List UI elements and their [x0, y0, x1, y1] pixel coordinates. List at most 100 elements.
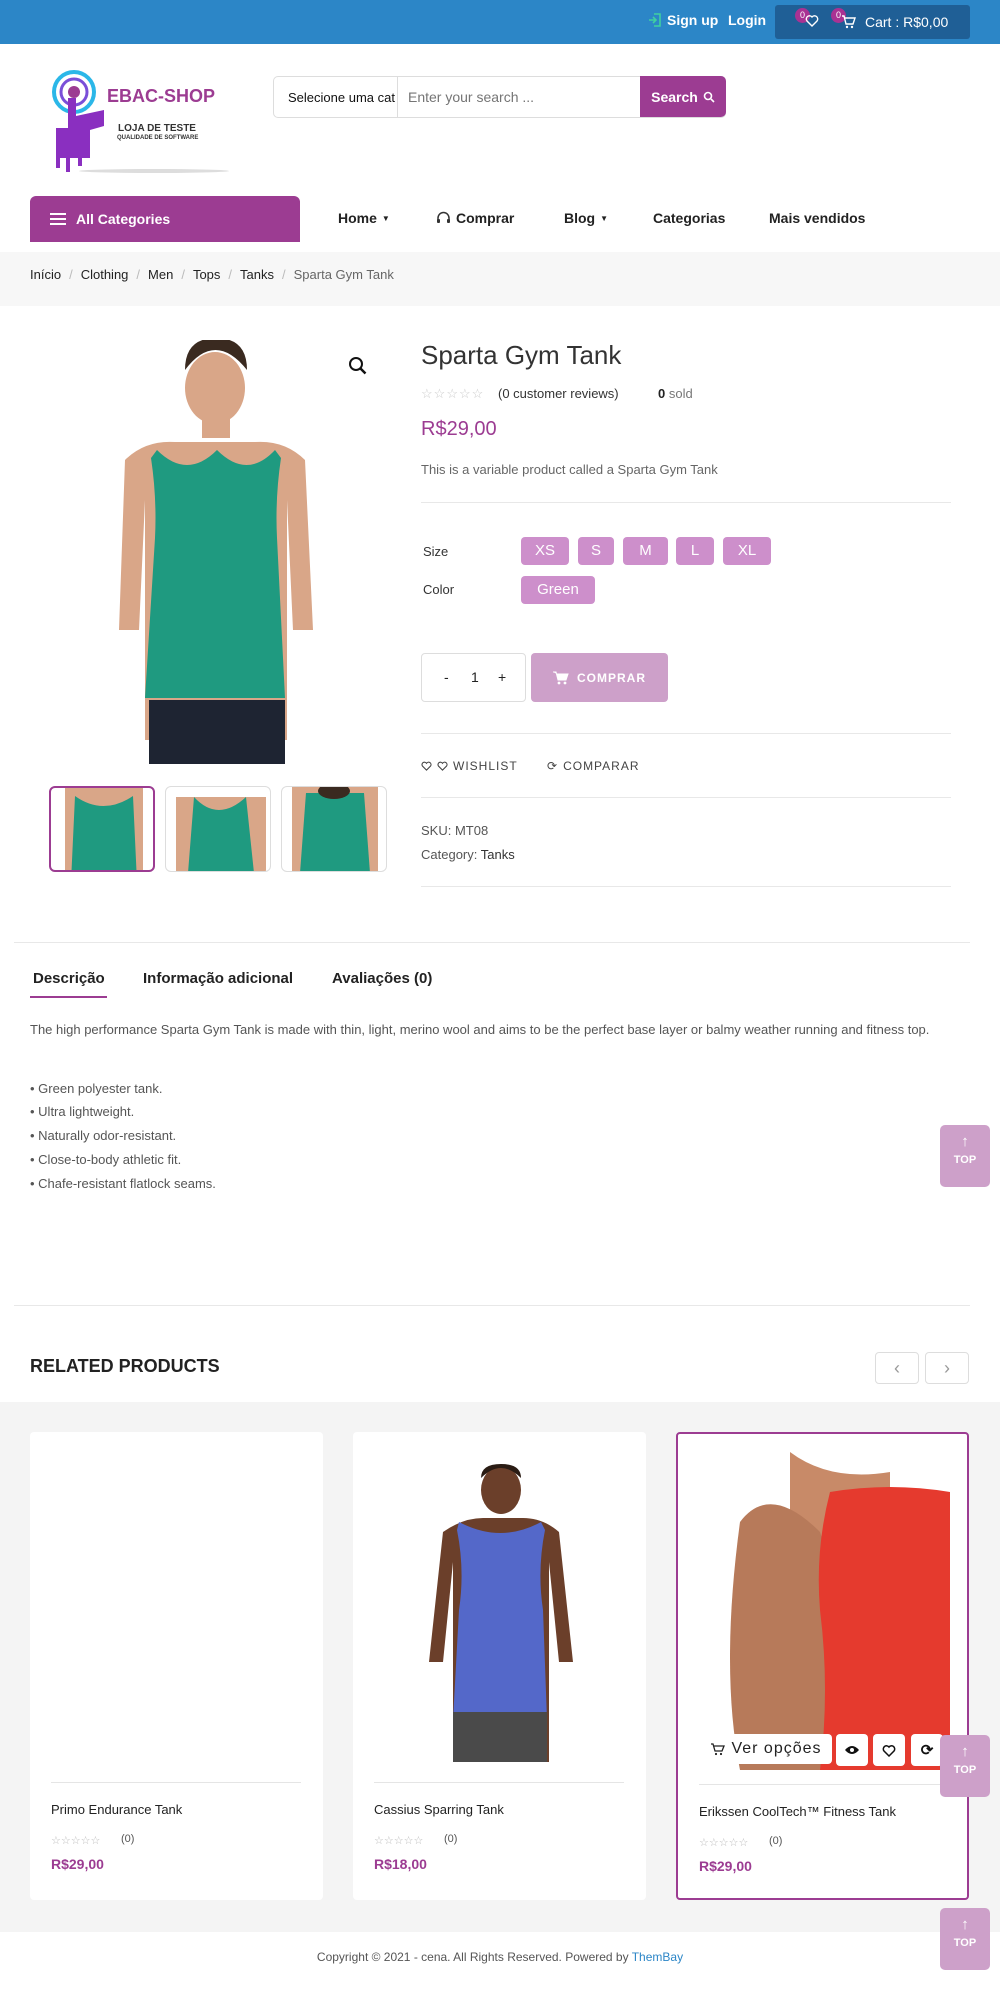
tab-informacao-adicional[interactable]: Informação adicional	[143, 970, 293, 987]
wishlist-link[interactable]: WISHLIST	[421, 759, 518, 773]
product-rating-stars: ☆ ☆ ☆ ☆ ☆	[421, 386, 483, 402]
review-count[interactable]: (0 customer reviews)	[498, 386, 619, 401]
crumb-sep: /	[282, 267, 286, 282]
category-row: Category: Tanks	[421, 847, 515, 862]
top-label: TOP	[953, 1154, 977, 1166]
divider	[14, 942, 970, 943]
size-s-swatch[interactable]: S	[578, 537, 614, 565]
nav-categorias[interactable]: Categorias	[653, 210, 725, 226]
product-thumb-3[interactable]	[281, 786, 387, 872]
buy-button[interactable]: COMPRAR	[531, 653, 668, 702]
heart-icon	[437, 761, 448, 771]
compare-link[interactable]: ⟳ COMPARAR	[547, 759, 640, 773]
quantity-stepper: - 1 +	[421, 653, 526, 702]
tab-active-underline	[30, 996, 107, 998]
back-to-top-button[interactable]: ↑ TOP	[940, 1735, 990, 1797]
size-xs-swatch[interactable]: XS	[521, 537, 569, 565]
product-name[interactable]: Primo Endurance Tank	[51, 1802, 182, 1817]
heart-icon	[882, 1744, 896, 1757]
divider	[421, 502, 951, 503]
signup-link[interactable]: Sign up	[648, 12, 718, 28]
related-products-title: RELATED PRODUCTS	[30, 1356, 220, 1376]
footer-copyright: Copyright © 2021 - cena. All Rights Rese…	[0, 1950, 1000, 1964]
qty-value[interactable]: 1	[471, 669, 479, 685]
crumb-tanks[interactable]: Tanks	[240, 267, 274, 282]
crumb-men[interactable]: Men	[148, 267, 173, 282]
top-label: TOP	[953, 1937, 977, 1949]
size-m-swatch[interactable]: M	[623, 537, 668, 565]
product-card[interactable]: Cassius Sparring Tank ☆☆☆☆☆ (0) R$18,00	[353, 1432, 646, 1900]
description-bullet: • Close-to-body athletic fit.	[30, 1152, 182, 1167]
card-divider	[374, 1782, 624, 1783]
add-to-wishlist-button[interactable]	[873, 1734, 905, 1766]
nav-blog-label: Blog	[564, 210, 596, 226]
star-icon: ☆	[471, 386, 484, 401]
product-name[interactable]: Erikssen CoolTech™ Fitness Tank	[699, 1804, 896, 1819]
category-select[interactable]: Selecione uma cat	[288, 90, 395, 105]
card-review-count: (0)	[121, 1833, 135, 1845]
search-icon	[703, 91, 715, 103]
crumb-inicio[interactable]: Início	[30, 267, 61, 282]
product-card[interactable]: Primo Endurance Tank ☆☆☆☆☆ (0) R$29,00	[30, 1432, 323, 1900]
compare-button[interactable]: ⟳	[911, 1734, 943, 1766]
nav-blog[interactable]: Blog ▼	[564, 210, 608, 226]
nav-comprar-label: Comprar	[456, 210, 515, 226]
category-link[interactable]: Tanks	[481, 847, 515, 862]
size-l-swatch[interactable]: L	[676, 537, 714, 565]
carousel-prev-button[interactable]: ‹	[875, 1352, 919, 1384]
product-thumb-1[interactable]	[49, 786, 155, 872]
nav-mais-vendidos[interactable]: Mais vendidos	[769, 210, 865, 226]
sku-row: SKU: MT08	[421, 823, 488, 838]
ver-opcoes-label: Ver opções	[731, 1740, 822, 1757]
arrow-up-icon: ↑	[961, 1743, 969, 1760]
description-paragraph: The high performance Sparta Gym Tank is …	[30, 1022, 930, 1037]
crumb-sep: /	[136, 267, 141, 282]
search-button[interactable]: Search	[640, 76, 726, 117]
carousel-next-button[interactable]: ›	[925, 1352, 969, 1384]
search-input[interactable]	[408, 85, 628, 109]
product-name[interactable]: Cassius Sparring Tank	[374, 1802, 504, 1817]
thumb-image	[292, 787, 378, 871]
crumb-clothing[interactable]: Clothing	[81, 267, 129, 282]
nav-home-label: Home	[338, 210, 377, 226]
compare-label: COMPARAR	[563, 759, 640, 773]
divider	[14, 1305, 970, 1306]
product-image[interactable]	[403, 1462, 593, 1762]
card-rating-stars: ☆☆☆☆☆	[699, 1836, 748, 1849]
footer-text: Copyright © 2021 - cena. All Rights Rese…	[316, 1950, 632, 1964]
product-thumb-2[interactable]	[165, 786, 271, 872]
crumb-tops[interactable]: Tops	[193, 267, 220, 282]
quick-view-button[interactable]	[836, 1734, 868, 1766]
footer-link[interactable]: ThemBay	[632, 1950, 683, 1964]
all-categories-button[interactable]: All Categories	[30, 196, 300, 242]
card-divider	[51, 1782, 301, 1783]
category-label: Category:	[421, 847, 478, 862]
login-link[interactable]: Login	[728, 12, 766, 28]
site-logo[interactable]: EBAC-SHOP LOJA DE TESTE QUALIDADE DE SOF…	[44, 68, 234, 178]
qty-minus-button[interactable]: -	[444, 669, 449, 685]
star-icon: ☆☆☆☆☆	[374, 1835, 424, 1847]
color-green-swatch[interactable]: Green	[521, 576, 595, 604]
size-xl-swatch[interactable]: XL	[723, 537, 771, 565]
tab-avaliacoes[interactable]: Avaliações (0)	[332, 970, 432, 987]
qty-plus-button[interactable]: +	[498, 669, 506, 685]
card-review-count: (0)	[444, 1833, 458, 1845]
description-bullet: • Ultra lightweight.	[30, 1104, 135, 1119]
card-price: R$29,00	[51, 1856, 104, 1872]
nav-comprar[interactable]: Comprar	[436, 210, 514, 226]
tab-descricao[interactable]: Descrição	[33, 970, 105, 987]
wishlist-label: WISHLIST	[453, 759, 518, 773]
sold-info: 0 sold	[658, 386, 693, 401]
card-rating-stars: ☆☆☆☆☆	[374, 1834, 423, 1847]
product-main-image[interactable]	[105, 340, 335, 764]
ver-opcoes-button[interactable]: Ver opções	[700, 1734, 832, 1764]
refresh-icon: ⟳	[547, 759, 559, 773]
heart-icon[interactable]	[805, 14, 819, 28]
product-card[interactable]: Erikssen CoolTech™ Fitness Tank ☆☆☆☆☆ (0…	[676, 1432, 969, 1900]
nav-home[interactable]: Home ▼	[338, 210, 390, 226]
zoom-icon[interactable]	[348, 356, 368, 376]
back-to-top-button[interactable]: ↑ TOP	[940, 1125, 990, 1187]
caret-down-icon: ▼	[600, 213, 609, 223]
cart-box[interactable]: 0 0 Cart : R$0,00	[775, 5, 970, 39]
product-image[interactable]	[700, 1452, 950, 1770]
